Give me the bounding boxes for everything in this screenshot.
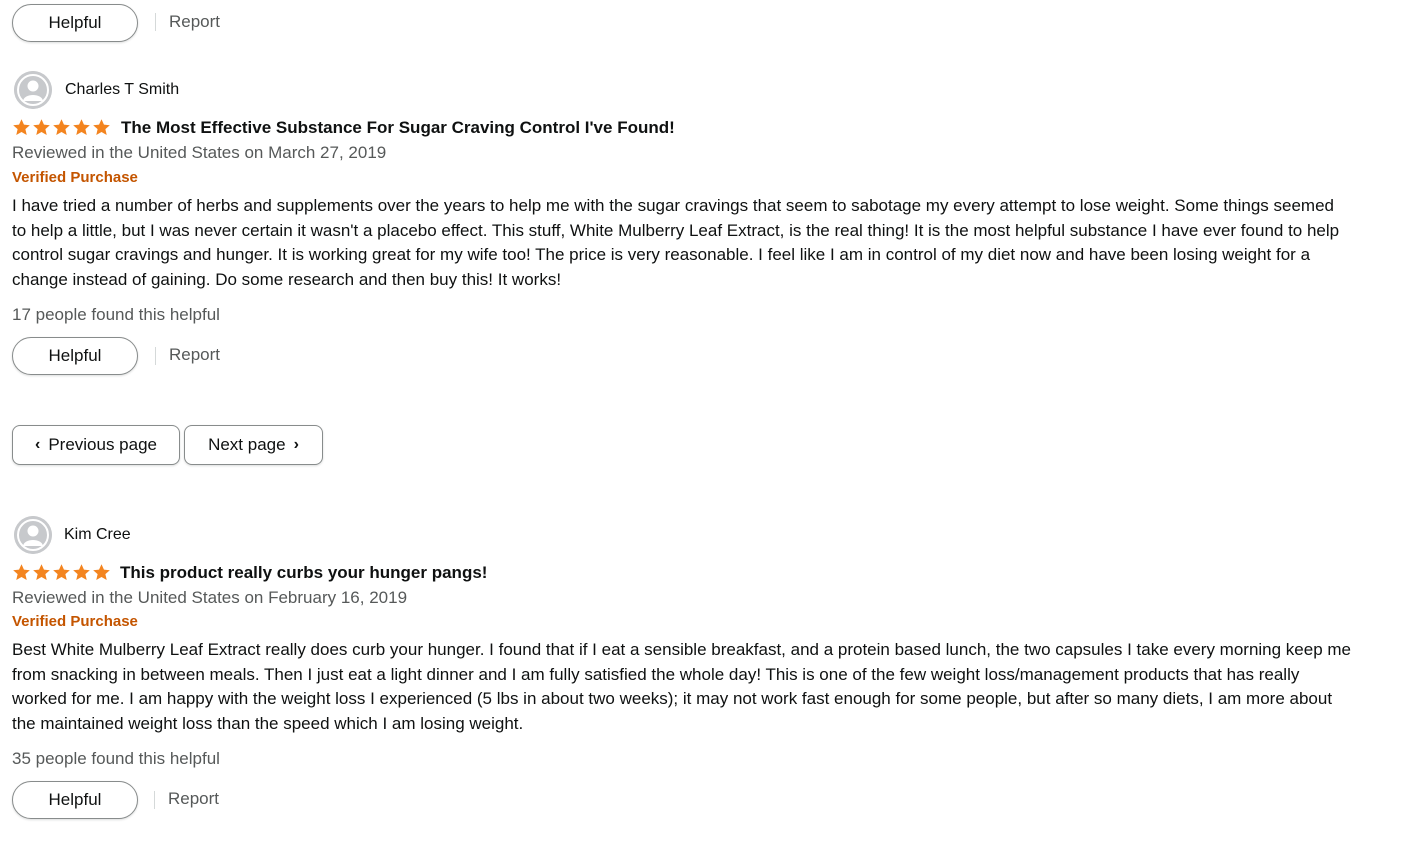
helpful-count: 17 people found this helpful	[12, 305, 220, 324]
report-link-previous-review[interactable]: Report	[169, 12, 220, 32]
star-icon	[33, 119, 50, 136]
helpful-count: 35 people found this helpful	[12, 749, 220, 768]
helpful-button-label: Helpful	[48, 346, 102, 365]
divider	[154, 791, 155, 809]
helpful-button[interactable]: Helpful	[12, 337, 138, 375]
star-icon	[53, 119, 70, 136]
star-icon	[53, 564, 70, 581]
chevron-left-icon: ‹	[34, 436, 41, 453]
helpful-button[interactable]: Helpful	[12, 781, 138, 819]
previous-page-label: Previous page	[48, 435, 157, 454]
chevron-right-icon: ›	[293, 436, 299, 453]
reviewer-name[interactable]: Charles T Smith	[65, 81, 179, 99]
review-date: Reviewed in the United States on Februar…	[12, 588, 408, 607]
verified-purchase-badge: Verified Purchase	[12, 613, 138, 630]
divider	[155, 13, 156, 31]
verified-purchase-badge: Verified Purchase	[12, 169, 138, 186]
next-page-button[interactable]: Next page ›	[184, 425, 323, 465]
star-rating[interactable]	[12, 563, 111, 582]
reviewer-name[interactable]: Kim Cree	[64, 526, 131, 544]
review-title[interactable]: The Most Effective Substance For Sugar C…	[121, 118, 675, 138]
user-avatar-icon	[14, 71, 52, 109]
review-body: I have tried a number of herbs and suppl…	[12, 196, 1340, 289]
review-date: Reviewed in the United States on March 2…	[12, 143, 387, 162]
helpful-button-label: Helpful	[48, 790, 102, 809]
star-icon	[13, 564, 30, 581]
star-rating[interactable]	[12, 118, 111, 137]
star-icon	[93, 119, 110, 136]
star-icon	[73, 119, 90, 136]
next-page-label: Next page	[208, 435, 286, 454]
star-icon	[93, 564, 110, 581]
review-title[interactable]: This product really curbs your hunger pa…	[120, 563, 487, 583]
previous-page-button[interactable]: ‹ Previous page	[12, 425, 180, 465]
star-icon	[33, 564, 50, 581]
helpful-button-previous-review[interactable]: Helpful	[12, 4, 138, 42]
user-avatar-icon	[14, 516, 52, 554]
report-link[interactable]: Report	[169, 345, 220, 365]
helpful-button-label: Helpful	[48, 13, 102, 32]
review-body: Best White Mulberry Leaf Extract really …	[12, 640, 1352, 733]
star-icon	[73, 564, 90, 581]
divider	[155, 347, 156, 365]
star-icon	[13, 119, 30, 136]
report-link[interactable]: Report	[168, 789, 219, 809]
